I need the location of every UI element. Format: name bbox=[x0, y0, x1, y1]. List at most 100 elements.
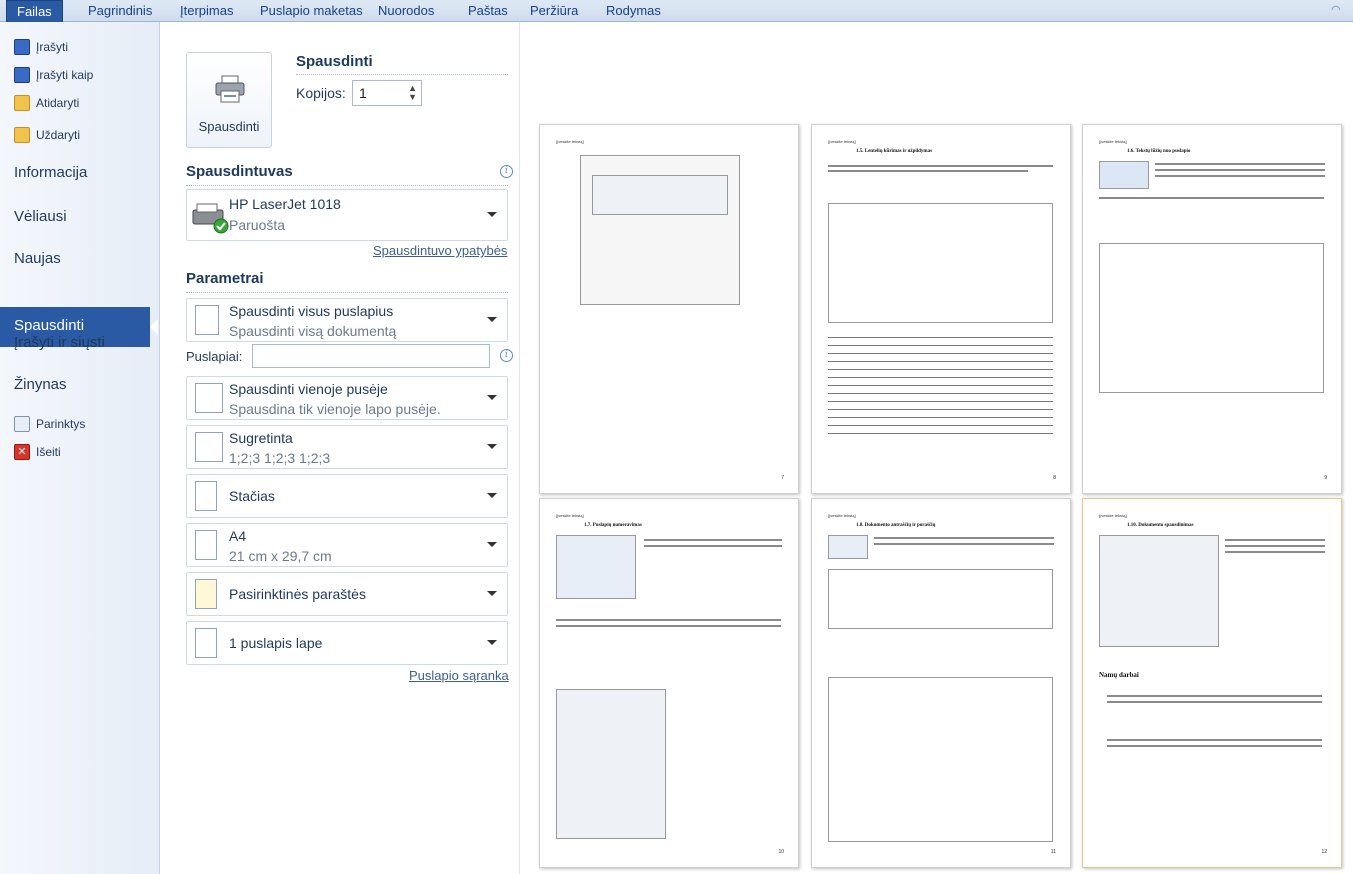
orientation-dropdown[interactable]: Stačias bbox=[186, 474, 508, 518]
text-line bbox=[1225, 551, 1325, 553]
printer-properties-link[interactable]: Spausdintuvo ypatybės bbox=[373, 243, 507, 258]
tab-page-layout[interactable]: Puslapio maketas bbox=[260, 0, 363, 22]
page-header: [Įveskite tekstą] bbox=[828, 139, 856, 144]
tab-review[interactable]: Peržiūra bbox=[530, 0, 578, 22]
print-settings-panel: Spausdinti Spausdinti Kopijos: 1 ▲ ▼ Spau… bbox=[160, 22, 520, 874]
preview-page: [Įveskite tekstą] 1.8. Dokumento antrašč… bbox=[811, 498, 1071, 868]
text-line bbox=[874, 537, 1054, 539]
nav-info[interactable]: Informacija bbox=[14, 164, 87, 181]
page-title: 1.5. Lentelių kūrimas ir užpildymas bbox=[856, 149, 933, 154]
collate-l2: 1;2;3 1;2;3 1;2;3 bbox=[229, 450, 331, 466]
settings-section-title: Parametrai bbox=[186, 270, 264, 287]
minimize-ribbon-icon[interactable]: ◠ bbox=[1331, 3, 1345, 17]
print-range-l2: Spausdinti visą dokumentą bbox=[229, 323, 397, 339]
print-button-label: Spausdinti bbox=[198, 119, 260, 134]
tab-insert[interactable]: Įterpimas bbox=[180, 0, 233, 22]
nav-new[interactable]: Naujas bbox=[14, 250, 61, 267]
page-header: [Įveskite tekstą] bbox=[556, 139, 584, 144]
page-preview-figure bbox=[828, 677, 1053, 842]
text-line bbox=[1099, 197, 1324, 199]
text-line bbox=[1107, 695, 1322, 697]
info-icon[interactable]: i bbox=[500, 165, 513, 178]
pages-input[interactable] bbox=[252, 344, 490, 368]
spinner-arrows-icon[interactable]: ▲ ▼ bbox=[408, 84, 417, 102]
chevron-down-icon bbox=[487, 395, 497, 400]
collate-l1: Sugretinta bbox=[229, 430, 293, 446]
homework-heading: Namų darbai bbox=[1099, 671, 1139, 679]
pages-per-sheet-icon bbox=[195, 628, 217, 658]
text-line bbox=[1107, 739, 1322, 741]
page-title: 1.6. Tekstų lūžių nuo puslapio bbox=[1127, 149, 1191, 154]
margins-dropdown[interactable]: Pasirinktinės paraštės bbox=[186, 572, 508, 616]
table-row bbox=[828, 353, 1053, 354]
chevron-down-icon bbox=[487, 212, 497, 217]
page-preview-figure bbox=[1099, 243, 1324, 393]
dialog-inner bbox=[592, 175, 728, 215]
chevron-down-icon bbox=[487, 640, 497, 645]
backstage-nav: Įrašyti Įrašyti kaip Atidaryti Uždaryti … bbox=[0, 22, 160, 874]
collate-icon bbox=[195, 432, 223, 462]
tab-file[interactable]: Failas bbox=[6, 0, 63, 22]
save-as-icon bbox=[14, 67, 30, 83]
page-number: 7 bbox=[781, 475, 784, 481]
print-dialog-screenshot bbox=[1099, 535, 1219, 647]
tab-home[interactable]: Pagrindinis bbox=[88, 0, 152, 22]
print-button[interactable]: Spausdinti bbox=[186, 52, 272, 148]
page-title: 1.7. Puslapių numeravimas bbox=[584, 523, 642, 528]
page-setup-link[interactable]: Puslapio sąranka bbox=[409, 668, 509, 683]
nav-print-label: Spausdinti bbox=[14, 317, 85, 334]
open-folder-icon bbox=[14, 95, 30, 111]
menu-screenshot bbox=[556, 535, 636, 599]
table-row bbox=[828, 425, 1053, 426]
preview-page: [Įveskite tekstą] 1.6. Tekstų lūžių nuo … bbox=[1082, 124, 1342, 494]
nav-save-label: Įrašyti bbox=[36, 40, 69, 54]
tab-references[interactable]: Nuorodos bbox=[378, 0, 434, 22]
nav-save-as[interactable]: Įrašyti kaip bbox=[14, 64, 93, 86]
paper-size-dropdown[interactable]: A4 21 cm x 29,7 cm bbox=[186, 523, 508, 567]
tab-mailings[interactable]: Paštas bbox=[468, 0, 508, 22]
pages-per-sheet-dropdown[interactable]: 1 puslapis lape bbox=[186, 621, 508, 665]
text-line bbox=[1155, 163, 1325, 165]
nav-save-send[interactable]: Įrašyti ir siųsti bbox=[14, 334, 105, 351]
printer-section-title: Spausdintuvas bbox=[186, 163, 293, 180]
printer-dropdown[interactable]: HP LaserJet 1018 Paruošta bbox=[186, 189, 508, 241]
print-range-l1: Spausdinti visus puslapius bbox=[229, 303, 394, 319]
print-sides-dropdown[interactable]: Spausdinti vienoje pusėje Spausdina tik … bbox=[186, 376, 508, 420]
nav-open[interactable]: Atidaryti bbox=[14, 92, 79, 114]
preview-page: [Įveskite tekstą] 1.10. Dokumento spausd… bbox=[1082, 498, 1342, 868]
divider bbox=[186, 185, 508, 186]
table-row bbox=[828, 345, 1053, 346]
nav-exit[interactable]: ✕ Išeiti bbox=[14, 441, 61, 463]
page-number: 11 bbox=[1050, 849, 1056, 855]
nav-save[interactable]: Įrašyti bbox=[14, 36, 68, 58]
page-header: [Įveskite tekstą] bbox=[556, 513, 584, 518]
text-line bbox=[1155, 175, 1325, 177]
page-number: 9 bbox=[1324, 475, 1327, 481]
collate-dropdown[interactable]: Sugretinta 1;2;3 1;2;3 1;2;3 bbox=[186, 425, 508, 469]
save-icon bbox=[14, 39, 30, 55]
nav-options[interactable]: Parinktys bbox=[14, 413, 85, 435]
table-row bbox=[828, 409, 1053, 410]
pages-label: Puslapiai: bbox=[186, 349, 243, 364]
nav-recent[interactable]: Vėliausi bbox=[14, 208, 67, 225]
text-line bbox=[644, 545, 782, 547]
tab-view[interactable]: Rodymas bbox=[606, 0, 661, 22]
portrait-icon bbox=[195, 481, 217, 511]
page-number: 10 bbox=[778, 849, 784, 855]
copies-value: 1 bbox=[359, 85, 367, 101]
nav-help[interactable]: Žinynas bbox=[14, 376, 67, 393]
print-range-dropdown[interactable]: Spausdinti visus puslapius Spausdinti vi… bbox=[186, 298, 508, 342]
table-row bbox=[828, 377, 1053, 378]
pages-per-sheet-l1: 1 puslapis lape bbox=[229, 635, 323, 651]
paper-size-l2: 21 cm x 29,7 cm bbox=[229, 548, 332, 564]
printer-device-icon bbox=[192, 203, 229, 234]
text-line bbox=[1107, 745, 1322, 747]
chevron-down-icon bbox=[487, 317, 497, 322]
info-icon[interactable]: i bbox=[500, 349, 513, 362]
nav-close[interactable]: Uždaryti bbox=[14, 124, 80, 146]
printer-status: Paruošta bbox=[229, 217, 286, 233]
print-sides-l2: Spausdina tik vienoje lapo pusėje. bbox=[229, 401, 441, 417]
copies-spinner[interactable]: 1 ▲ ▼ bbox=[352, 80, 422, 106]
orientation-l1: Stačias bbox=[229, 488, 275, 504]
chevron-down-icon bbox=[487, 591, 497, 596]
